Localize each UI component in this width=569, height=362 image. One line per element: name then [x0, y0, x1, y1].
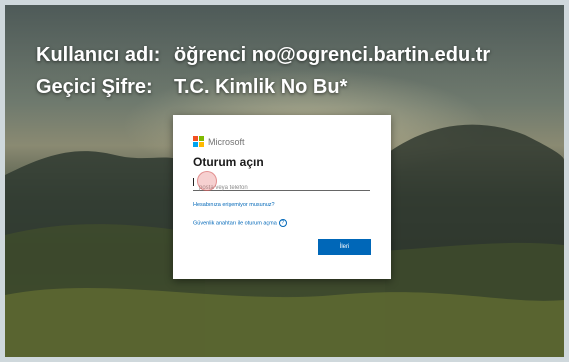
- signin-title: Oturum açın: [193, 155, 264, 169]
- brand-header: Microsoft: [193, 136, 245, 147]
- signin-card: Microsoft Oturum açın Hesabınıza erişemi…: [173, 115, 391, 279]
- next-button[interactable]: İleri: [318, 239, 371, 255]
- username-caption: Kullanıcı adı: öğrenci no@ogrenci.bartin.…: [36, 44, 490, 67]
- cant-access-account-link[interactable]: Hesabınıza erişemiyor musunuz?: [193, 202, 275, 208]
- username-value: öğrenci no@ogrenci.bartin.edu.tr: [174, 44, 491, 66]
- click-indicator: [197, 171, 217, 191]
- text-cursor: [193, 178, 194, 186]
- email-input[interactable]: [193, 182, 370, 194]
- email-field-wrapper: [193, 176, 370, 194]
- microsoft-logo-icon: [193, 136, 204, 147]
- password-value: T.C. Kimlik No Bu*: [174, 76, 348, 98]
- brand-name: Microsoft: [208, 136, 245, 147]
- password-caption: Geçici Şifre: T.C. Kimlik No Bu*: [36, 76, 347, 99]
- help-circle-icon[interactable]: ?: [278, 219, 287, 227]
- security-key-signin-link[interactable]: Güvenlik anahtarı ile oturum açma?: [193, 219, 287, 227]
- username-label: Kullanıcı adı:: [36, 44, 161, 66]
- password-label: Geçici Şifre:: [36, 76, 153, 98]
- security-key-link-text: Güvenlik anahtarı ile oturum açma: [193, 220, 277, 227]
